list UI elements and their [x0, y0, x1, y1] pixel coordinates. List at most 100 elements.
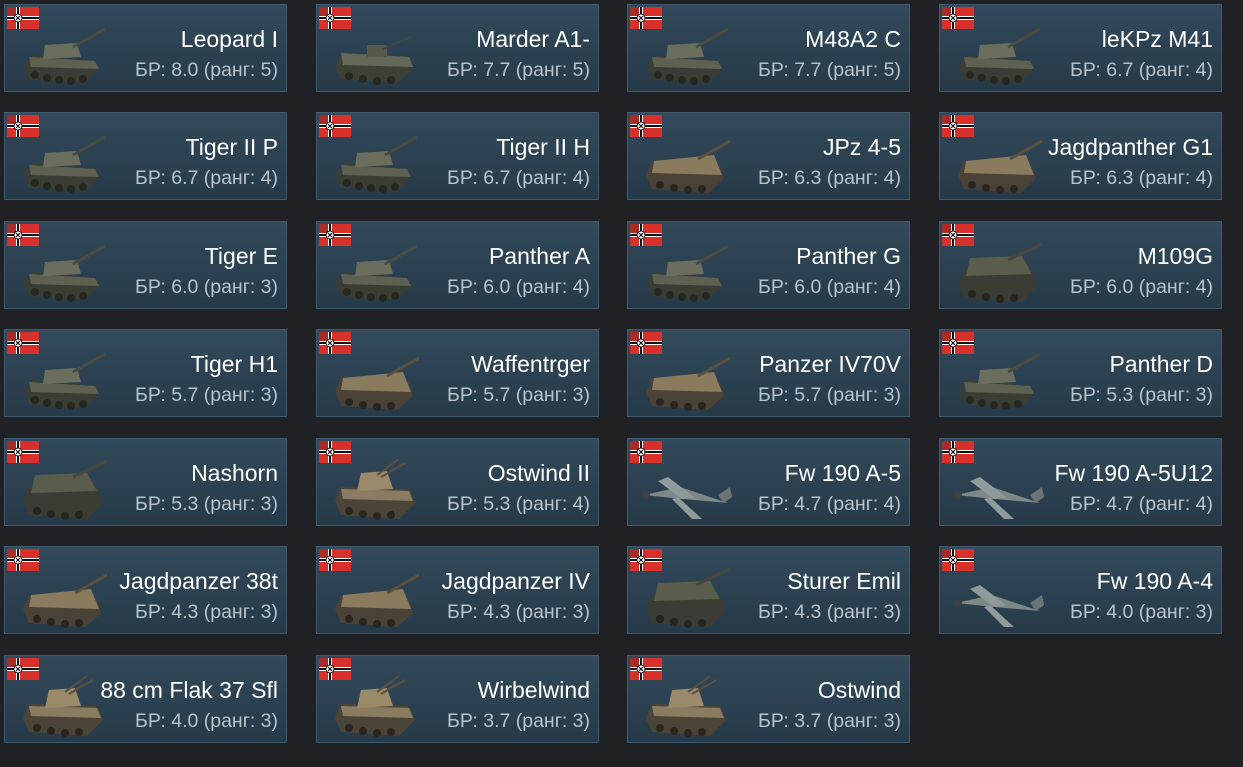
vehicle-name: Panther A: [488, 243, 590, 269]
tank-icon: [23, 27, 106, 85]
vehicle-card[interactable]: Wirbelwind БР: 3.7 (ранг: 3): [316, 655, 599, 743]
vehicle-name: Panther D: [1109, 351, 1213, 377]
vehicle-card[interactable]: Jagdpanther G1 БР: 6.3 (ранг: 4): [939, 112, 1222, 200]
vehicle-battle-rating: БР: 4.3 (ранг: 3): [135, 601, 278, 623]
vehicle-name: Jagdpanther G1: [1048, 134, 1213, 160]
vehicle-name: Nashorn: [191, 460, 278, 486]
tank-icon: [646, 244, 729, 302]
vehicle-name: Marder A1-: [476, 26, 590, 52]
vehicle-battle-rating: БР: 3.7 (ранг: 3): [447, 710, 590, 732]
tank-destroyer-icon: [23, 573, 108, 628]
vehicle-card[interactable]: Waffentrger БР: 5.7 (ранг: 3): [316, 329, 599, 417]
vehicle-name: leKPz M41: [1101, 26, 1213, 52]
vehicle-card[interactable]: M109G БР: 6.0 (ранг: 4): [939, 221, 1222, 309]
tank-icon: [958, 352, 1041, 410]
vehicle-battle-rating: БР: 6.7 (ранг: 4): [135, 167, 278, 189]
tank-destroyer-icon: [335, 356, 420, 411]
vehicle-name: Panzer IV70V: [759, 351, 901, 377]
vehicle-battle-rating: БР: 6.7 (ранг: 4): [1070, 59, 1213, 81]
vehicle-card[interactable]: 88 cm Flak 37 Sfl БР: 4.0 (ранг: 3): [4, 655, 287, 743]
vehicle-grid: Leopard I БР: 8.0 (ранг: 5) Marder A1- Б…: [0, 0, 1243, 767]
vehicle-battle-rating: БР: 4.3 (ранг: 3): [758, 601, 901, 623]
vehicle-name: M109G: [1137, 243, 1213, 269]
vehicle-battle-rating: БР: 6.3 (ранг: 4): [758, 167, 901, 189]
vehicle-name: Tiger E: [204, 243, 278, 269]
vehicle-card[interactable]: M48A2 C БР: 7.7 (ранг: 5): [627, 4, 910, 92]
anti-aircraft-vehicle-icon: [646, 675, 726, 737]
vehicle-card[interactable]: Panther D БР: 5.3 (ранг: 3): [939, 329, 1222, 417]
vehicle-card[interactable]: Leopard I БР: 8.0 (ранг: 5): [4, 4, 287, 92]
plane-icon: [642, 477, 732, 519]
plane-icon: [954, 585, 1044, 627]
vehicle-name: Jagdpanzer 38t: [119, 568, 278, 594]
tank-icon: [23, 244, 106, 302]
vehicle-name: Fw 190 A-5U12: [1054, 460, 1213, 486]
tank-icon: [958, 27, 1041, 85]
self-propelled-gun-icon: [646, 567, 731, 628]
vehicle-battle-rating: БР: 5.3 (ранг: 4): [447, 493, 590, 515]
vehicle-card[interactable]: Fw 190 A-5U12 БР: 4.7 (ранг: 4): [939, 438, 1222, 526]
vehicle-name: Sturer Emil: [787, 568, 901, 594]
vehicle-battle-rating: БР: 4.0 (ранг: 3): [135, 710, 278, 732]
vehicle-battle-rating: БР: 7.7 (ранг: 5): [447, 59, 590, 81]
vehicle-battle-rating: БР: 6.0 (ранг: 4): [447, 276, 590, 298]
tank-destroyer-icon: [646, 139, 731, 194]
vehicle-name: JPz 4-5: [823, 134, 901, 160]
vehicle-card[interactable]: Jagdpanzer 38t БР: 4.3 (ранг: 3): [4, 546, 287, 634]
anti-aircraft-vehicle-icon: [23, 675, 103, 737]
vehicle-name: 88 cm Flak 37 Sfl: [100, 677, 278, 703]
vehicle-card[interactable]: Tiger II P БР: 6.7 (ранг: 4): [4, 112, 287, 200]
vehicle-name: Ostwind II: [487, 460, 590, 486]
tank-icon: [335, 244, 418, 302]
vehicle-card[interactable]: Tiger E БР: 6.0 (ранг: 3): [4, 221, 287, 309]
tank-icon: [335, 135, 418, 193]
vehicle-card[interactable]: Panther A БР: 6.0 (ранг: 4): [316, 221, 599, 309]
vehicle-name: Leopard I: [180, 26, 278, 52]
vehicle-battle-rating: БР: 7.7 (ранг: 5): [758, 59, 901, 81]
vehicle-card[interactable]: JPz 4-5 БР: 6.3 (ранг: 4): [627, 112, 910, 200]
tank-destroyer-icon: [335, 573, 420, 628]
vehicle-name: Waffentrger: [471, 351, 590, 377]
vehicle-card[interactable]: Tiger II H БР: 6.7 (ранг: 4): [316, 112, 599, 200]
vehicle-name: Tiger H1: [190, 351, 278, 377]
tank-icon: [23, 352, 106, 410]
vehicle-card[interactable]: Jagdpanzer IV БР: 4.3 (ранг: 3): [316, 546, 599, 634]
vehicle-battle-rating: БР: 5.7 (ранг: 3): [135, 384, 278, 406]
vehicle-name: Ostwind: [817, 677, 901, 703]
vehicle-battle-rating: БР: 4.0 (ранг: 3): [1070, 601, 1213, 623]
anti-aircraft-vehicle-icon: [335, 458, 415, 520]
vehicle-battle-rating: БР: 5.7 (ранг: 3): [447, 384, 590, 406]
vehicle-card[interactable]: Panzer IV70V БР: 5.7 (ранг: 3): [627, 329, 910, 417]
vehicle-name: Panther G: [796, 243, 901, 269]
vehicle-name: Fw 190 A-5: [784, 460, 901, 486]
vehicle-card[interactable]: Sturer Emil БР: 4.3 (ранг: 3): [627, 546, 910, 634]
vehicle-card[interactable]: Tiger H1 БР: 5.7 (ранг: 3): [4, 329, 287, 417]
vehicle-name: Wirbelwind: [477, 677, 590, 703]
vehicle-battle-rating: БР: 5.3 (ранг: 3): [1070, 384, 1213, 406]
plane-icon: [954, 477, 1044, 519]
tank-destroyer-icon: [646, 356, 731, 411]
self-propelled-gun-icon: [23, 459, 108, 520]
vehicle-battle-rating: БР: 4.7 (ранг: 4): [1070, 493, 1213, 515]
vehicle-card[interactable]: Marder A1- БР: 7.7 (ранг: 5): [316, 4, 599, 92]
tank-icon: [646, 27, 729, 85]
vehicle-battle-rating: БР: 4.7 (ранг: 4): [758, 493, 901, 515]
vehicle-card[interactable]: Fw 190 A-5 БР: 4.7 (ранг: 4): [627, 438, 910, 526]
vehicle-card[interactable]: Fw 190 A-4 БР: 4.0 (ранг: 3): [939, 546, 1222, 634]
vehicle-battle-rating: БР: 3.7 (ранг: 3): [758, 710, 901, 732]
vehicle-card[interactable]: Nashorn БР: 5.3 (ранг: 3): [4, 438, 287, 526]
vehicle-name: M48A2 C: [805, 26, 901, 52]
vehicle-card[interactable]: Panther G БР: 6.0 (ранг: 4): [627, 221, 910, 309]
vehicle-card[interactable]: leKPz M41 БР: 6.7 (ранг: 4): [939, 4, 1222, 92]
tank-icon: [23, 135, 106, 193]
vehicle-battle-rating: БР: 5.7 (ранг: 3): [758, 384, 901, 406]
vehicle-name: Jagdpanzer IV: [441, 568, 590, 594]
vehicle-battle-rating: БР: 6.7 (ранг: 4): [447, 167, 590, 189]
vehicle-card[interactable]: Ostwind II БР: 5.3 (ранг: 4): [316, 438, 599, 526]
tank-destroyer-icon: [958, 139, 1043, 194]
vehicle-name: Tiger II P: [185, 134, 278, 160]
vehicle-name: Fw 190 A-4: [1096, 568, 1213, 594]
vehicle-battle-rating: БР: 4.3 (ранг: 3): [447, 601, 590, 623]
vehicle-battle-rating: БР: 5.3 (ранг: 3): [135, 493, 278, 515]
vehicle-card[interactable]: Ostwind БР: 3.7 (ранг: 3): [627, 655, 910, 743]
